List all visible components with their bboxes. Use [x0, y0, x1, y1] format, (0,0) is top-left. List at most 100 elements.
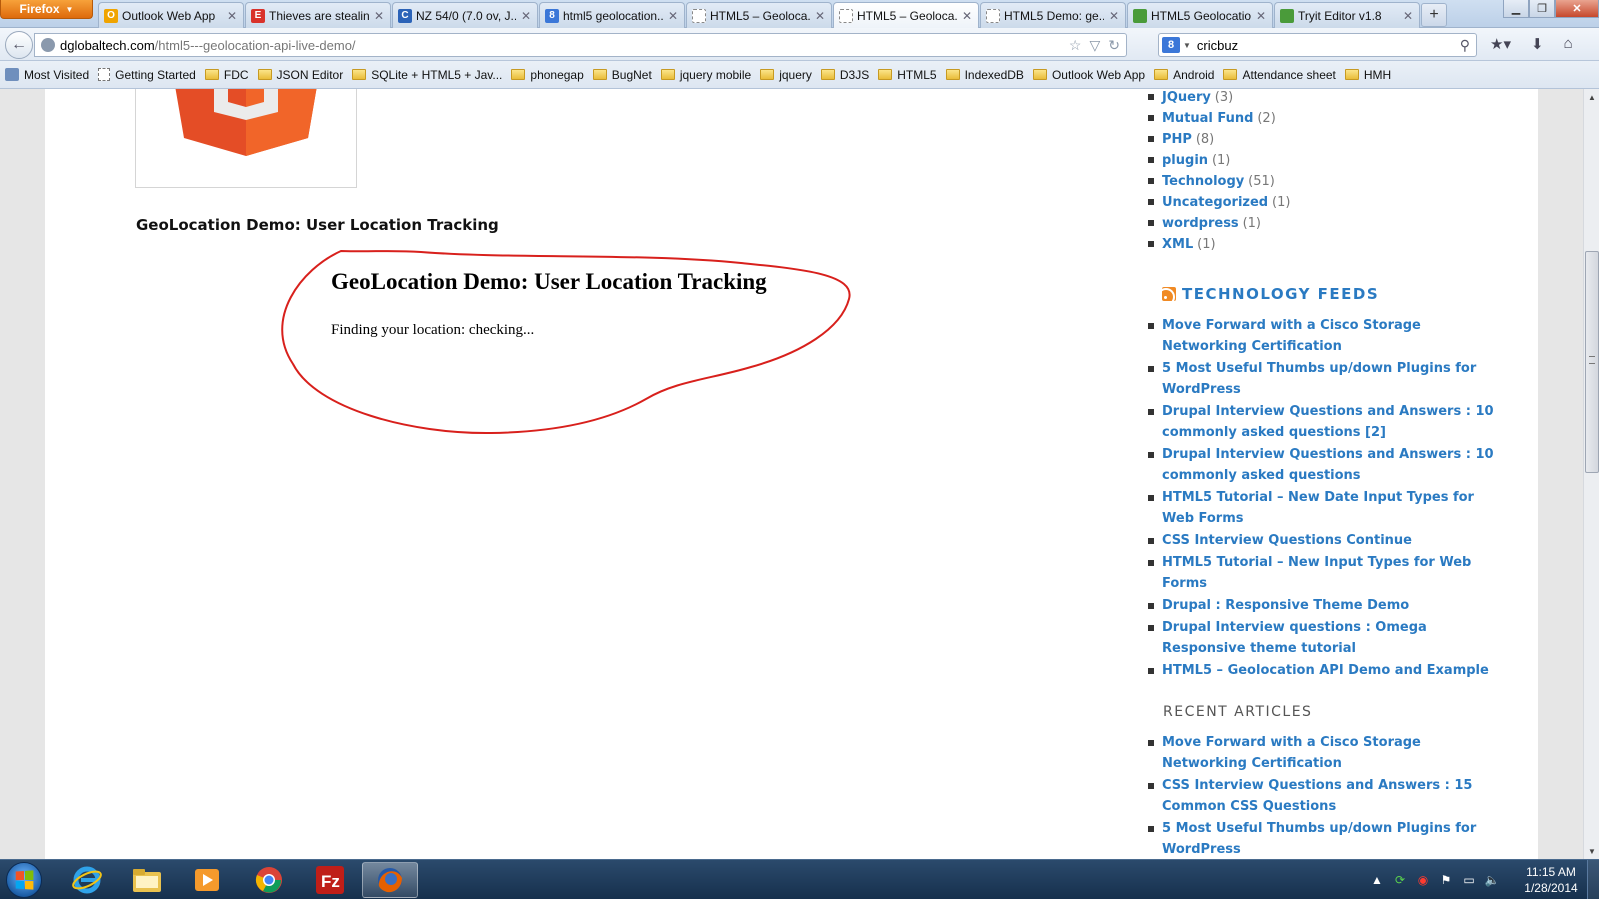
search-icon[interactable]: ⚲: [1460, 37, 1470, 54]
bookmark-item[interactable]: SQLite + HTML5 + Jav...: [352, 68, 502, 82]
bookmark-item[interactable]: Outlook Web App: [1032, 68, 1145, 82]
close-tab-icon[interactable]: ✕: [814, 9, 826, 23]
show-hidden-icons-icon[interactable]: ▲: [1370, 873, 1384, 887]
media-player-icon: [195, 869, 219, 891]
taskbar-firefox[interactable]: [362, 862, 418, 898]
action-center-flag-icon[interactable]: ⚑: [1439, 873, 1453, 887]
article-link[interactable]: HTML5 Tutorial – New Input Types for Web…: [1162, 555, 1471, 591]
taskbar-clock[interactable]: 11:15 AM 1/28/2014: [1516, 864, 1586, 896]
rss-icon[interactable]: [1162, 287, 1176, 301]
tab-6[interactable]: HTML5 Demo: ge... ✕: [980, 2, 1126, 28]
article-link[interactable]: HTML5 Tutorial – New Date Input Types fo…: [1162, 490, 1474, 526]
close-tab-icon[interactable]: ✕: [1255, 9, 1267, 23]
close-tab-icon[interactable]: ✕: [961, 9, 973, 23]
bookmarks-menu-icon[interactable]: ★▾: [1490, 35, 1511, 53]
firefox-menu-button[interactable]: Firefox ▼: [0, 0, 93, 19]
bookmark-star-icon[interactable]: ☆: [1069, 37, 1082, 54]
show-desktop-button[interactable]: [1587, 860, 1599, 899]
article-link[interactable]: 5 Most Useful Thumbs up/down Plugins for…: [1162, 821, 1476, 857]
scroll-up-icon[interactable]: ▲: [1584, 89, 1599, 105]
back-button[interactable]: ←: [5, 31, 33, 59]
bookmark-item[interactable]: Getting Started: [98, 68, 196, 82]
category-link[interactable]: Uncategorized: [1162, 195, 1268, 210]
category-link[interactable]: Mutual Fund: [1162, 111, 1253, 126]
bookmark-item[interactable]: phonegap: [511, 68, 584, 82]
tab-0[interactable]: O Outlook Web App ✕: [98, 2, 244, 28]
bookmark-item[interactable]: Android: [1154, 68, 1214, 82]
article-link[interactable]: Drupal : Responsive Theme Demo: [1162, 598, 1409, 613]
start-button[interactable]: [6, 862, 42, 898]
article-item: CSS Interview Questions and Answers : 15…: [1145, 775, 1505, 817]
category-link[interactable]: Technology: [1162, 174, 1244, 189]
bookmark-item[interactable]: HTML5: [878, 68, 937, 82]
article-link[interactable]: Move Forward with a Cisco Storage Networ…: [1162, 735, 1421, 771]
network-icon[interactable]: ▭: [1462, 873, 1476, 887]
close-window-button[interactable]: ✕: [1555, 0, 1599, 18]
tab-8[interactable]: Tryit Editor v1.8 ✕: [1274, 2, 1420, 28]
tab-3[interactable]: 8 html5 geolocation... ✕: [539, 2, 685, 28]
tab-4[interactable]: HTML5 – Geoloca... ✕: [686, 2, 832, 28]
tab-7[interactable]: HTML5 Geolocation ✕: [1127, 2, 1273, 28]
bookmark-item[interactable]: jquery: [760, 68, 812, 82]
taskbar-media-player[interactable]: [179, 862, 235, 898]
home-icon[interactable]: ⌂: [1564, 35, 1573, 53]
bookmark-item[interactable]: HMH: [1344, 68, 1391, 82]
tab-1[interactable]: E Thieves are stealin... ✕: [245, 2, 391, 28]
technology-feeds-title[interactable]: TECHNOLOGY FEEDS: [1182, 285, 1379, 303]
page-title: GeoLocation Demo: User Location Tracking: [136, 216, 499, 234]
article-link[interactable]: 5 Most Useful Thumbs up/down Plugins for…: [1162, 361, 1476, 397]
history-dropdown-icon[interactable]: ▽: [1089, 37, 1100, 54]
search-bar[interactable]: 8 ▼ cricbuz ⚲: [1158, 33, 1477, 57]
recent-articles-list: Move Forward with a Cisco Storage Networ…: [1145, 732, 1505, 859]
sync-icon[interactable]: ⟳: [1393, 873, 1407, 887]
bookmark-item[interactable]: Attendance sheet: [1223, 68, 1336, 82]
article-link[interactable]: CSS Interview Questions and Answers : 15…: [1162, 778, 1472, 814]
close-tab-icon[interactable]: ✕: [520, 9, 532, 23]
article-link[interactable]: CSS Interview Questions Continue: [1162, 533, 1412, 548]
taskbar-filezilla[interactable]: Fz: [302, 862, 358, 898]
scrollbar-thumb[interactable]: [1585, 251, 1599, 473]
bookmark-item[interactable]: D3JS: [820, 68, 869, 82]
close-tab-icon[interactable]: ✕: [1402, 9, 1414, 23]
new-tab-button[interactable]: +: [1421, 3, 1447, 27]
minimize-button[interactable]: ▁: [1503, 0, 1529, 18]
search-input[interactable]: cricbuz: [1197, 38, 1460, 53]
bookmark-item[interactable]: JSON Editor: [257, 68, 343, 82]
bookmark-item[interactable]: IndexedDB: [945, 68, 1024, 82]
category-link[interactable]: plugin: [1162, 153, 1208, 168]
category-link[interactable]: XML: [1162, 237, 1193, 252]
article-link[interactable]: Drupal Interview Questions and Answers :…: [1162, 447, 1494, 483]
bookmark-item[interactable]: jquery mobile: [660, 68, 751, 82]
downloads-icon[interactable]: ⬇: [1531, 35, 1544, 53]
scroll-down-icon[interactable]: ▼: [1584, 843, 1599, 859]
tab-2[interactable]: C NZ 54/0 (7.0 ov, J... ✕: [392, 2, 538, 28]
volume-icon[interactable]: 🔈: [1485, 873, 1500, 887]
antivirus-icon[interactable]: ◉: [1416, 873, 1430, 887]
article-link[interactable]: Move Forward with a Cisco Storage Networ…: [1162, 318, 1421, 354]
chevron-down-icon[interactable]: ▼: [1183, 41, 1191, 50]
close-tab-icon[interactable]: ✕: [667, 9, 679, 23]
search-engine-icon[interactable]: 8: [1162, 37, 1180, 53]
tab-label: HTML5 Geolocation: [1151, 8, 1251, 23]
close-tab-icon[interactable]: ✕: [226, 9, 238, 23]
tab-5[interactable]: HTML5 – Geoloca... ✕: [833, 2, 979, 28]
article-link[interactable]: Drupal Interview questions : Omega Respo…: [1162, 620, 1427, 656]
restore-button[interactable]: ❐: [1529, 0, 1555, 18]
url-bar[interactable]: dglobaltech.com/html5---geolocation-api-…: [34, 33, 1127, 57]
article-link[interactable]: Drupal Interview Questions and Answers :…: [1162, 404, 1494, 440]
taskbar-file-explorer[interactable]: [119, 862, 175, 898]
reload-icon[interactable]: ↻: [1108, 37, 1120, 54]
vertical-scrollbar[interactable]: ▲ ▼: [1583, 89, 1599, 859]
category-link[interactable]: JQuery: [1162, 90, 1211, 105]
category-link[interactable]: wordpress: [1162, 216, 1239, 231]
bookmark-item[interactable]: Most Visited: [5, 68, 89, 82]
taskbar-internet-explorer[interactable]: [59, 862, 115, 898]
taskbar-chrome[interactable]: [241, 862, 297, 898]
close-tab-icon[interactable]: ✕: [1108, 9, 1120, 23]
site-identity-icon[interactable]: [41, 38, 55, 52]
close-tab-icon[interactable]: ✕: [373, 9, 385, 23]
article-link[interactable]: HTML5 – Geolocation API Demo and Example: [1162, 663, 1489, 678]
bookmark-item[interactable]: BugNet: [592, 68, 652, 82]
bookmark-item[interactable]: FDC: [204, 68, 249, 82]
category-link[interactable]: PHP: [1162, 132, 1192, 147]
